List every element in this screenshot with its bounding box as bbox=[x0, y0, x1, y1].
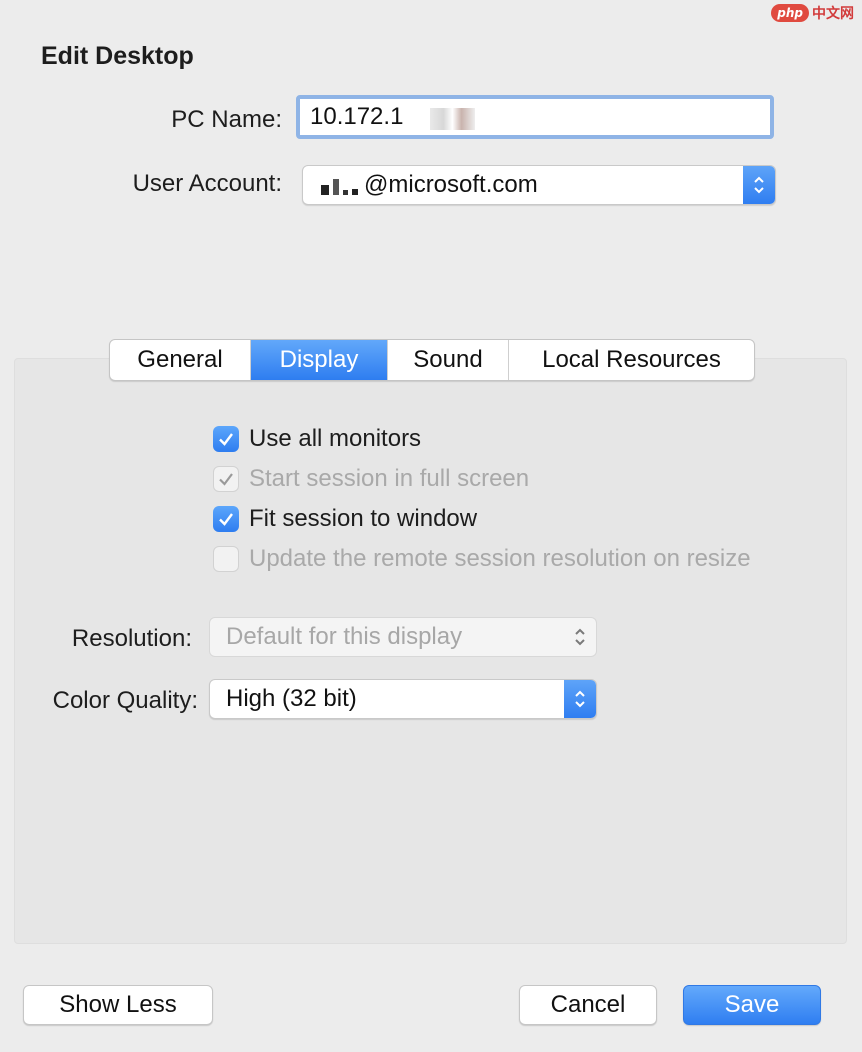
update-resolution-row: Update the remote session resolution on … bbox=[213, 545, 751, 573]
resolution-select: Default for this display bbox=[209, 617, 597, 657]
tab-display[interactable]: Display bbox=[251, 340, 388, 380]
color-quality-stepper-icon bbox=[564, 680, 596, 718]
fit-session-label: Fit session to window bbox=[249, 505, 478, 532]
save-button[interactable]: Save bbox=[683, 985, 821, 1025]
watermark-badge: php bbox=[771, 4, 809, 22]
watermark-logo: php 中文网 bbox=[771, 2, 854, 24]
start-full-screen-row: Start session in full screen bbox=[213, 465, 529, 493]
color-quality-select[interactable]: High (32 bit) bbox=[209, 679, 597, 719]
user-account-redaction bbox=[321, 175, 358, 195]
checkmark-icon bbox=[219, 433, 233, 446]
checkmark-icon bbox=[219, 473, 233, 486]
tab-sound[interactable]: Sound bbox=[388, 340, 509, 380]
update-resolution-label: Update the remote session resolution on … bbox=[249, 545, 751, 572]
tab-bar: General Display Sound Local Resources bbox=[109, 339, 755, 381]
user-account-label: User Account: bbox=[132, 170, 282, 197]
use-all-monitors-label: Use all monitors bbox=[249, 425, 422, 452]
pc-name-redaction bbox=[430, 108, 475, 130]
pc-name-input[interactable] bbox=[296, 95, 774, 139]
use-all-monitors-row[interactable]: Use all monitors bbox=[213, 425, 421, 453]
start-full-screen-label: Start session in full screen bbox=[249, 465, 530, 492]
color-quality-value: High (32 bit) bbox=[226, 685, 357, 712]
fit-session-row[interactable]: Fit session to window bbox=[213, 505, 477, 533]
use-all-monitors-checkbox[interactable] bbox=[213, 426, 239, 452]
show-less-button[interactable]: Show Less bbox=[23, 985, 213, 1025]
checkmark-icon bbox=[219, 513, 233, 526]
user-account-select[interactable]: @microsoft.com bbox=[302, 165, 776, 205]
watermark-text: 中文网 bbox=[812, 5, 854, 21]
resolution-stepper-icon bbox=[564, 618, 596, 656]
update-resolution-checkbox bbox=[213, 546, 239, 572]
start-full-screen-checkbox bbox=[213, 466, 239, 492]
cancel-button[interactable]: Cancel bbox=[519, 985, 657, 1025]
dialog-title: Edit Desktop bbox=[41, 42, 194, 70]
pc-name-label: PC Name: bbox=[171, 106, 282, 133]
user-account-value: @microsoft.com bbox=[364, 171, 538, 198]
tab-local-resources[interactable]: Local Resources bbox=[509, 340, 754, 380]
resolution-value: Default for this display bbox=[226, 623, 463, 650]
user-account-stepper-icon bbox=[743, 166, 775, 204]
resolution-label: Resolution: bbox=[71, 625, 192, 652]
color-quality-label: Color Quality: bbox=[52, 687, 198, 714]
fit-session-checkbox[interactable] bbox=[213, 506, 239, 532]
tab-general[interactable]: General bbox=[110, 340, 251, 380]
